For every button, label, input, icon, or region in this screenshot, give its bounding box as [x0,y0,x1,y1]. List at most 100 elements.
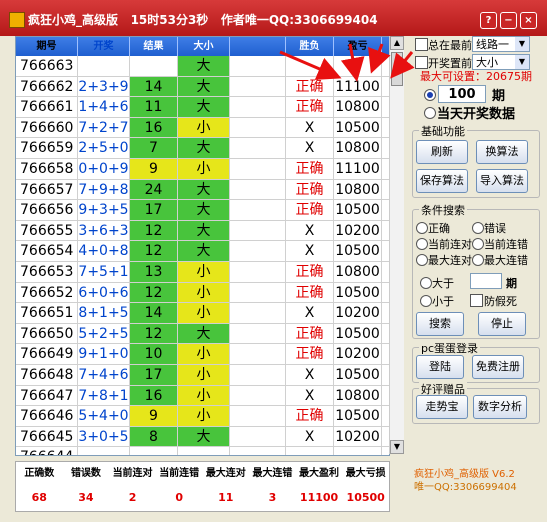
login-button[interactable]: 登陆 [416,355,464,379]
cell-size: 大 [178,220,230,241]
wrong-radio[interactable] [472,222,484,234]
less-than-radio[interactable] [420,295,432,307]
table-row[interactable]: 766661 1+4+6 11 大 正确 10800 [16,97,389,118]
periods-radio[interactable] [424,89,436,101]
cell-issue: 766661 [16,97,78,117]
table-row[interactable]: 766655 3+6+3 12 大 X 10200 [16,220,389,242]
title-bar: 疯狂小鸡_高级版 15时53分3秒 作者唯一QQ:3306699404 ? − … [0,0,547,36]
less-than-label: 小于 [432,295,454,308]
correct-radio[interactable] [416,222,428,234]
results-grid[interactable]: 期号 开奖 结果 大小 胜负 盈亏 766663 大 766662 2+3+9 14 大正… [15,36,390,456]
cell-result: 14 [130,76,178,97]
table-row[interactable]: 766656 9+3+5 17 大 正确 10500 [16,200,389,221]
cell-pnl: 10800 [334,179,382,200]
col-blank[interactable] [230,37,286,56]
cell-issue: 766645 [16,426,78,447]
stat-label: 最大亏损 [345,468,386,479]
cell-winloss: X [286,385,334,406]
stop-button[interactable]: 停止 [478,312,526,336]
cur-lose-radio[interactable] [472,238,484,250]
today-data-radio[interactable] [424,107,436,119]
col-draw[interactable]: 开奖 [78,37,130,56]
always-on-top-label: 总在最前 [428,39,472,52]
line-select[interactable]: 线路一 ▼ [472,36,530,52]
save-algorithm-button[interactable]: 保存算法 [416,169,468,193]
register-button[interactable]: 免费注册 [472,355,524,379]
cell-issue: 766663 [16,56,78,76]
table-row[interactable]: 766653 7+5+1 13 小 正确 10800 [16,261,389,283]
cell-winloss: X [286,220,334,241]
change-algorithm-button[interactable]: 换算法 [476,140,528,164]
cell-result: 9 [130,406,178,426]
cell-result: 11 [130,97,178,117]
col-issue[interactable]: 期号 [16,37,78,56]
cell-pnl: 10500 [334,406,382,426]
minimize-button[interactable]: − [500,12,517,29]
table-row[interactable]: 766650 5+2+5 12 大 正确 10500 [16,323,389,345]
cell-result: 14 [130,303,178,323]
close-button[interactable]: × [520,12,537,29]
table-row[interactable]: 766663 大 [16,56,389,77]
cell-blank [230,56,286,76]
cell-blank [230,323,286,344]
table-row[interactable]: 766645 3+0+5 8 大 X 10200 [16,426,389,448]
table-row[interactable]: 766659 2+5+0 7 大 X 10800 [16,138,389,159]
col-result[interactable]: 结果 [130,37,178,56]
cell-draw: 7+4+6 [78,364,130,385]
cell-result: 17 [130,200,178,220]
cell-draw: 2+3+9 [78,76,130,97]
table-row[interactable]: 766660 7+2+7 16 小 X 10500 [16,117,389,139]
anti-dead-checkbox[interactable] [470,294,483,307]
table-row[interactable]: 766649 9+1+0 10 小 正确 10200 [16,344,389,365]
anti-dead-label: 防假死 [484,295,517,308]
table-row[interactable]: 766657 7+9+8 24 大 正确 10800 [16,179,389,201]
cell-blank [230,282,286,303]
cell-issue: 766647 [16,385,78,406]
scroll-down-icon[interactable]: ▼ [390,440,404,454]
cell-blank [230,97,286,117]
scroll-thumb[interactable] [391,52,403,86]
threshold-input[interactable] [470,273,502,289]
cell-issue: 766659 [16,138,78,158]
brand-line-2: 唯一QQ:3306699404 [414,482,517,493]
col-winloss[interactable]: 胜负 [286,37,334,56]
table-row[interactable]: 766647 7+8+1 16 小 X 10800 [16,385,389,407]
cell-size: 大 [178,138,230,158]
refresh-button[interactable]: 刷新 [416,140,468,164]
table-row[interactable]: 766651 8+1+5 14 小 X 10200 [16,303,389,324]
periods-input[interactable]: 100 [438,85,486,103]
max-win-radio[interactable] [416,254,428,266]
table-row[interactable]: 766652 6+0+6 12 小 正确 10500 [16,282,389,304]
cell-blank [230,76,286,97]
search-button[interactable]: 搜索 [416,312,464,336]
table-row[interactable]: 766644 [16,447,389,455]
trend-button[interactable]: 走势宝 [416,395,468,419]
scroll-up-icon[interactable]: ▲ [390,36,404,50]
col-pnl[interactable]: 盈亏 [334,37,382,56]
cell-blank [230,364,286,385]
max-lose-radio[interactable] [472,254,484,266]
table-row[interactable]: 766646 5+4+0 9 小 正确 10500 [16,406,389,427]
number-analysis-button[interactable]: 数字分析 [473,395,527,419]
cell-draw: 1+4+6 [78,97,130,117]
cell-winloss: 正确 [286,76,334,97]
table-row[interactable]: 766654 4+0+8 12 大 X 10500 [16,241,389,262]
grid-scrollbar[interactable]: ▲ ▼ [389,36,404,454]
always-on-top-checkbox[interactable] [415,38,428,51]
import-algorithm-button[interactable]: 导入算法 [476,169,528,193]
cur-win-radio[interactable] [416,238,428,250]
greater-than-radio[interactable] [420,277,432,289]
cell-size: 小 [178,303,230,323]
cell-result: 9 [130,158,178,179]
grid-header: 期号 开奖 结果 大小 胜负 盈亏 [16,37,389,56]
cell-size: 小 [178,406,230,426]
table-row[interactable]: 766658 0+0+9 9 小 正确 11100 [16,158,389,180]
col-size[interactable]: 大小 [178,37,230,56]
cell-result: 12 [130,241,178,261]
cell-result: 24 [130,179,178,200]
cell-draw: 7+2+7 [78,117,130,138]
cell-draw: 0+0+9 [78,158,130,179]
help-button[interactable]: ? [480,12,497,29]
table-row[interactable]: 766648 7+4+6 17 小 X 10500 [16,364,389,386]
table-row[interactable]: 766662 2+3+9 14 大 正确 11100 [16,76,389,98]
